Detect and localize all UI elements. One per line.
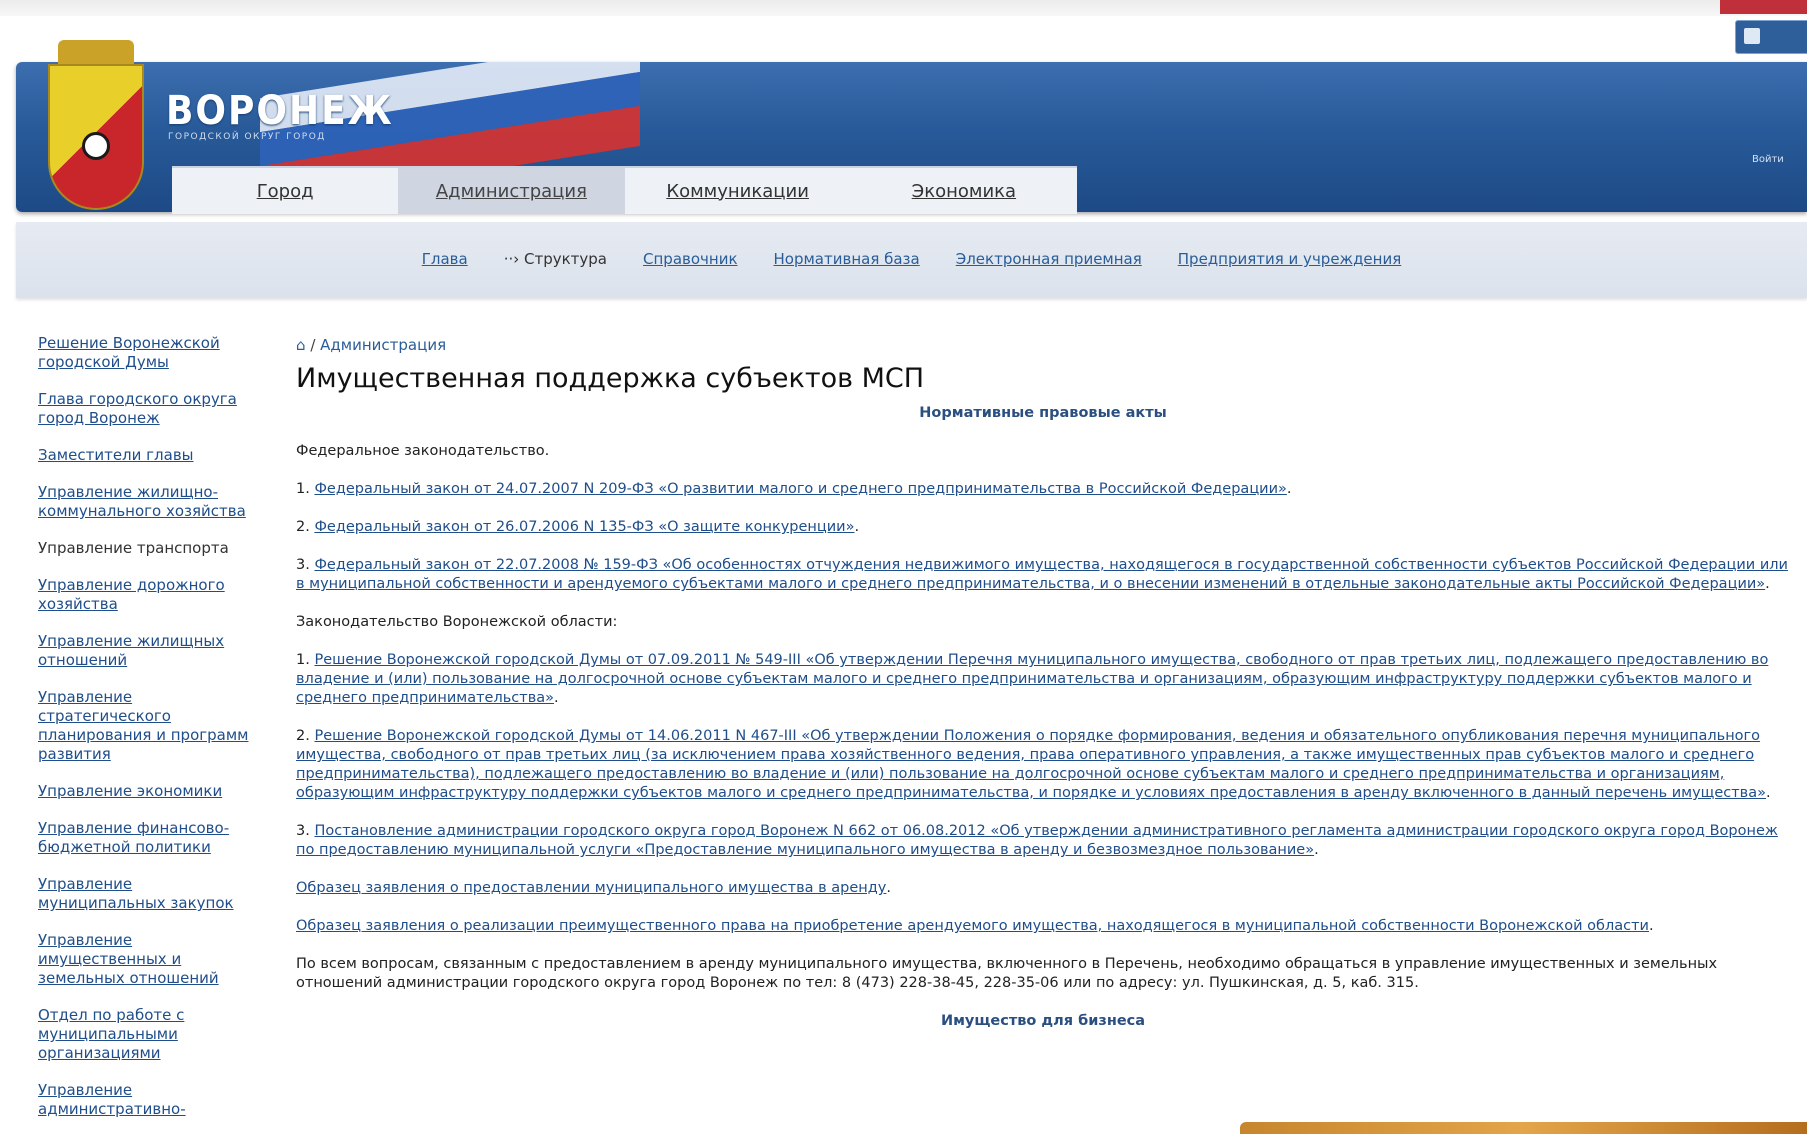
subnav-directory[interactable]: Справочник — [643, 250, 738, 268]
federal-law-3-link[interactable]: Федеральный закон от 22.07.2008 № 159-ФЗ… — [296, 557, 1788, 592]
sidebar-item-economy[interactable]: Управление экономики — [38, 782, 262, 801]
login-link[interactable]: Войти — [1752, 154, 1784, 165]
regional-heading: Законодательство Воронежской области: — [296, 614, 618, 630]
federal-law-1-link[interactable]: Федеральный закон от 24.07.2007 N 209-ФЗ… — [314, 481, 1286, 497]
sample-application-preemptive-link[interactable]: Образец заявления о реализации преимущес… — [296, 918, 1649, 934]
sub-navigation: Глава ··› Структура Справочник Нормативн… — [16, 222, 1807, 298]
contact-info: По всем вопросам, связанным с предоставл… — [296, 956, 1718, 991]
section-heading-property-for-business: Имущество для бизнеса — [940, 1013, 1146, 1029]
sample-application-lease: Образец заявления о предоставлении муниц… — [296, 880, 891, 896]
subnav-enterprises[interactable]: Предприятия и учреждения — [1178, 250, 1401, 268]
top-strip — [0, 0, 1807, 16]
sidebar-item-finance[interactable]: Управление финансово-бюджетной политики — [38, 819, 262, 857]
tab-administration[interactable]: Администрация — [398, 168, 625, 214]
sidebar-item-roads[interactable]: Управление дорожного хозяйства — [38, 576, 262, 614]
coat-of-arms-logo[interactable] — [48, 40, 144, 210]
tab-city[interactable]: Город — [172, 168, 398, 214]
sidebar-item-procurement[interactable]: Управление муниципальных закупок — [38, 875, 262, 913]
sidebar-item-housing-relations[interactable]: Управление жилищных отношений — [38, 632, 262, 670]
sidebar-item-city-duma-decision[interactable]: Решение Воронежской городской Думы — [38, 334, 262, 372]
federal-heading: Федеральное законодательство. — [296, 443, 550, 459]
federal-law-2: 2. Федеральный закон от 26.07.2006 N 135… — [296, 519, 860, 535]
federal-law-2-link[interactable]: Федеральный закон от 26.07.2006 N 135-ФЗ… — [314, 519, 854, 535]
subnav-head[interactable]: Глава — [422, 250, 468, 268]
sidebar: Решение Воронежской городской Думы Глава… — [38, 334, 262, 1137]
sidebar-item-strategic-planning[interactable]: Управление стратегического планирования … — [38, 688, 262, 764]
regional-act-3: 3. Постановление администрации городског… — [296, 823, 1778, 858]
breadcrumb: ⌂ / Администрация — [296, 336, 1790, 355]
eye-icon — [1744, 28, 1760, 44]
sidebar-item-property-land[interactable]: Управление имущественных и земельных отн… — [38, 931, 262, 988]
sidebar-item-transport[interactable]: Управление транспорта — [38, 539, 262, 558]
subnav-e-reception[interactable]: Электронная приемная — [956, 250, 1142, 268]
subnav-regulatory-base[interactable]: Нормативная база — [774, 250, 920, 268]
main-content: ⌂ / Администрация Имущественная поддержк… — [296, 336, 1790, 1050]
section-heading-legal-acts: Нормативные правовые акты — [919, 405, 1167, 421]
regional-act-2-link[interactable]: Решение Воронежской городской Думы от 14… — [296, 728, 1766, 801]
regional-act-1-link[interactable]: Решение Воронежской городской Думы от 07… — [296, 652, 1768, 706]
subnav-structure[interactable]: ··› Структура — [504, 250, 607, 268]
accessibility-button[interactable] — [1735, 20, 1807, 54]
federal-law-1: 1. Федеральный закон от 24.07.2007 N 209… — [296, 481, 1292, 497]
banner-thumbnail[interactable] — [1240, 1122, 1807, 1134]
site-logo-subtitle: ГОРОДСКОЙ ОКРУГ ГОРОД — [168, 132, 326, 142]
sidebar-item-administrative[interactable]: Управление административно- — [38, 1081, 262, 1119]
sample-application-lease-link[interactable]: Образец заявления о предоставлении муниц… — [296, 880, 886, 896]
sidebar-item-municipal-orgs[interactable]: Отдел по работе с муниципальными организ… — [38, 1006, 262, 1063]
home-icon[interactable]: ⌂ — [296, 336, 306, 354]
tab-communications[interactable]: Коммуникации — [625, 168, 851, 214]
regional-act-2: 2. Решение Воронежской городской Думы от… — [296, 728, 1771, 801]
sample-application-preemptive: Образец заявления о реализации преимущес… — [296, 918, 1654, 934]
main-tabs: Город Администрация Коммуникации Экономи… — [172, 166, 1077, 214]
sidebar-item-deputies[interactable]: Заместители главы — [38, 446, 262, 465]
regional-act-3-link[interactable]: Постановление администрации городского о… — [296, 823, 1778, 858]
site-logo-text[interactable]: ВОРОНЕЖ — [166, 88, 394, 134]
sidebar-item-head[interactable]: Глава городского округа город Воронеж — [38, 390, 262, 428]
breadcrumb-separator: / — [310, 336, 316, 354]
page-title: Имущественная поддержка субъектов МСП — [296, 363, 925, 394]
sidebar-item-housing-utilities[interactable]: Управление жилищно-коммунального хозяйст… — [38, 483, 262, 521]
breadcrumb-administration[interactable]: Администрация — [320, 336, 446, 354]
regional-act-1: 1. Решение Воронежской городской Думы от… — [296, 652, 1769, 706]
corner-decoration — [1720, 0, 1807, 14]
tab-economy[interactable]: Экономика — [851, 168, 1077, 214]
federal-law-3: 3. Федеральный закон от 22.07.2008 № 159… — [296, 557, 1788, 592]
